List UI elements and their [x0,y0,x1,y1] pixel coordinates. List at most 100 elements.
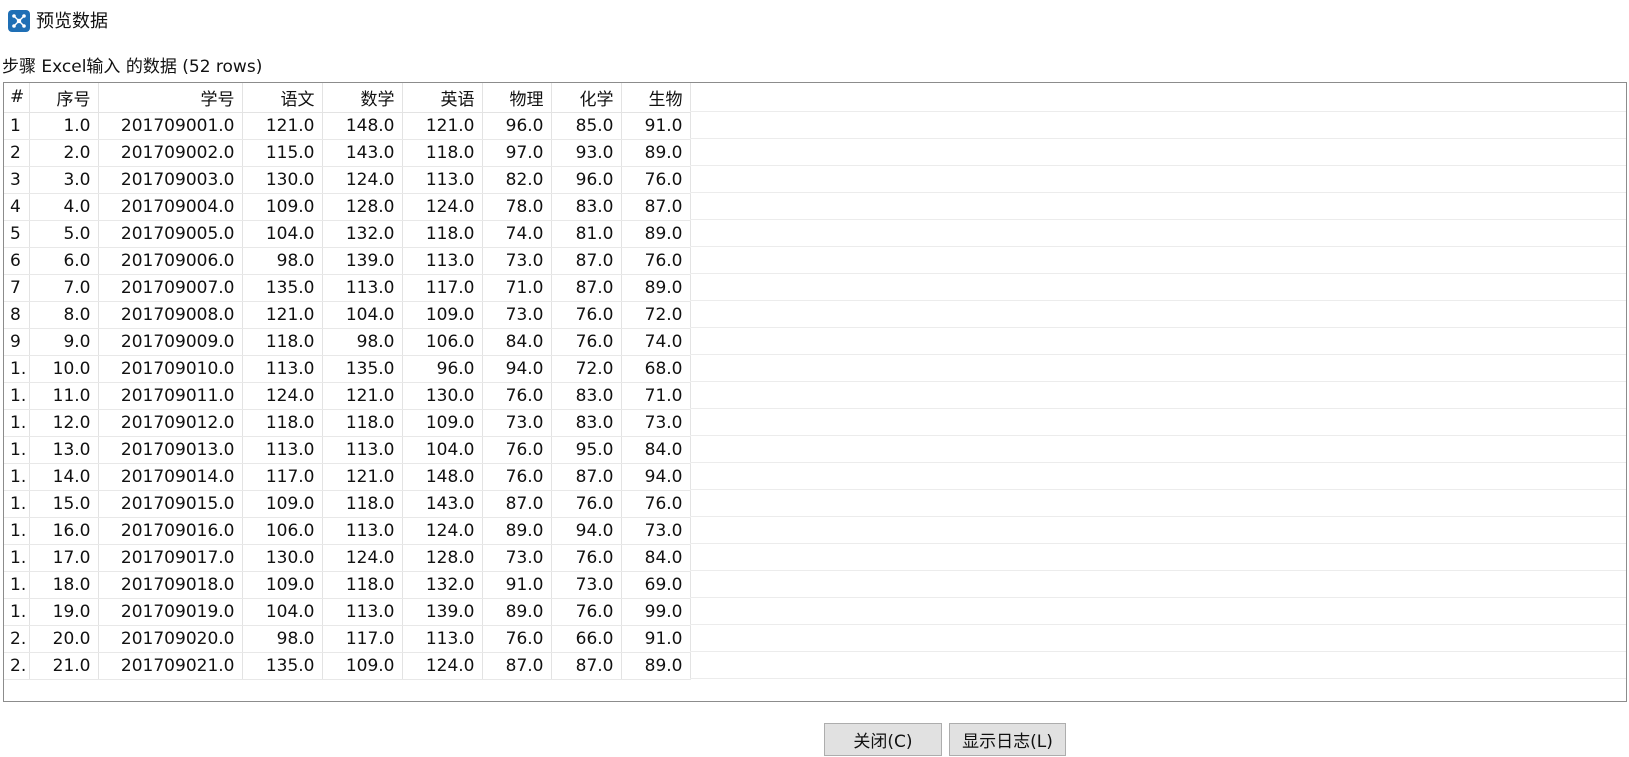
table-cell: 71.0 [482,274,552,302]
row-index-cell: 1. [4,382,30,410]
row-index-cell: 1. [4,517,30,545]
table-row[interactable]: 7 7.0 201709007.0 135.0 113.0 117.0 71.0 87.0 89… [4,274,691,302]
table-cell: 139.0 [322,247,403,275]
column-header[interactable]: 英语 [402,83,483,113]
column-header[interactable]: 学号 [98,83,243,113]
row-index-cell: 1. [4,544,30,572]
table-row[interactable]: 9 9.0 201709009.0 118.0 98.0 106.0 84.0 76.0 74.… [4,328,691,356]
row-index-cell: 2. [4,625,30,653]
table-cell: 201709011.0 [98,382,243,410]
row-index-cell: 1. [4,490,30,518]
table-row[interactable]: 1. 18.0 201709018.0 109.0 118.0 132.0 91.0 73.0… [4,571,691,599]
table-cell: 73.0 [482,409,552,437]
table-cell: 99.0 [621,598,691,626]
table-cell: 201709013.0 [98,436,243,464]
table-cell: 201709010.0 [98,355,243,383]
table-cell: 201709007.0 [98,274,243,302]
table-cell: 109.0 [402,409,483,437]
close-button[interactable]: 关闭(C) [824,723,942,756]
table-row[interactable]: 1. 14.0 201709014.0 117.0 121.0 148.0 76.0 87.0… [4,463,691,491]
table-row[interactable]: 6 6.0 201709006.0 98.0 139.0 113.0 73.0 87.0 76.… [4,247,691,275]
table-cell: 5.0 [29,220,99,248]
table-row[interactable]: 1. 13.0 201709013.0 113.0 113.0 104.0 76.0 95.0… [4,436,691,464]
table-row[interactable]: 8 8.0 201709008.0 121.0 104.0 109.0 73.0 76.0 72… [4,301,691,329]
table-row[interactable]: 1. 19.0 201709019.0 104.0 113.0 139.0 89.0 76.0… [4,598,691,626]
table-cell: 76.0 [551,544,622,572]
column-header[interactable]: 物理 [482,83,552,113]
table-cell: 121.0 [242,112,323,140]
table-cell: 85.0 [551,112,622,140]
table-cell: 76.0 [551,328,622,356]
table-cell: 117.0 [322,625,403,653]
column-header[interactable]: 序号 [29,83,99,113]
column-header[interactable]: 生物 [621,83,691,113]
table-cell: 76.0 [621,490,691,518]
table-row[interactable]: 2. 20.0 201709020.0 98.0 117.0 113.0 76.0 66.0 9… [4,625,691,653]
table-cell: 124.0 [322,544,403,572]
column-header-index[interactable]: # [4,83,30,113]
table-cell: 15.0 [29,490,99,518]
table-row[interactable]: 1. 15.0 201709015.0 109.0 118.0 143.0 87.0 76.0… [4,490,691,518]
table-cell: 18.0 [29,571,99,599]
table-cell: 135.0 [242,274,323,302]
table-cell: 104.0 [322,301,403,329]
table-cell: 89.0 [621,220,691,248]
table-cell: 73.0 [551,571,622,599]
table-cell: 121.0 [322,382,403,410]
table-cell: 84.0 [482,328,552,356]
table-cell: 117.0 [402,274,483,302]
table-cell: 201709016.0 [98,517,243,545]
table-cell: 124.0 [242,382,323,410]
table-cell: 74.0 [482,220,552,248]
table-cell: 130.0 [242,166,323,194]
table-cell: 66.0 [551,625,622,653]
table-cell: 98.0 [242,247,323,275]
table-cell: 76.0 [551,490,622,518]
table-cell: 83.0 [551,193,622,221]
table-cell: 16.0 [29,517,99,545]
table-row[interactable]: 1. 12.0 201709012.0 118.0 118.0 109.0 73.0 83.0… [4,409,691,437]
table-cell: 87.0 [551,652,622,680]
row-index-cell: 8 [4,301,30,329]
column-header[interactable]: 数学 [322,83,403,113]
table-cell: 87.0 [621,193,691,221]
table-cell: 94.0 [482,355,552,383]
data-preview-grid[interactable]: # 序号 学号 语文 数学 英语 物理 化学 生物 1 1.0 201709001.0 121.0 14… [3,82,1627,702]
table-cell: 83.0 [551,382,622,410]
table-cell: 201709017.0 [98,544,243,572]
table-row[interactable]: 4 4.0 201709004.0 109.0 128.0 124.0 78.0 83.0 87… [4,193,691,221]
table-cell: 89.0 [621,652,691,680]
table-cell: 12.0 [29,409,99,437]
table-cell: 89.0 [621,139,691,167]
table-cell: 201709005.0 [98,220,243,248]
table-cell: 113.0 [402,247,483,275]
table-row[interactable]: 1. 11.0 201709011.0 124.0 121.0 130.0 76.0 83.0… [4,382,691,410]
table-row[interactable]: 1. 16.0 201709016.0 106.0 113.0 124.0 89.0 94.0… [4,517,691,545]
row-index-cell: 1. [4,436,30,464]
table-cell: 4.0 [29,193,99,221]
table-row[interactable]: 2. 21.0 201709021.0 135.0 109.0 124.0 87.0 87.0… [4,652,691,680]
table-cell: 143.0 [322,139,403,167]
show-log-button[interactable]: 显示日志(L) [949,723,1066,756]
table-cell: 3.0 [29,166,99,194]
table-cell: 128.0 [322,193,403,221]
table-row[interactable]: 5 5.0 201709005.0 104.0 132.0 118.0 74.0 81.0 89… [4,220,691,248]
table-cell: 124.0 [322,166,403,194]
table-cell: 87.0 [551,247,622,275]
column-header[interactable]: 化学 [551,83,622,113]
table-cell: 13.0 [29,436,99,464]
table-row[interactable]: 1 1.0 201709001.0 121.0 148.0 121.0 96.0 85.0 91… [4,112,691,140]
table-cell: 89.0 [621,274,691,302]
table-row[interactable]: 3 3.0 201709003.0 130.0 124.0 113.0 82.0 96.0 76… [4,166,691,194]
table-cell: 109.0 [242,193,323,221]
table-cell: 95.0 [551,436,622,464]
table-row[interactable]: 2 2.0 201709002.0 115.0 143.0 118.0 97.0 93.0 89… [4,139,691,167]
table-row[interactable]: 1. 10.0 201709010.0 113.0 135.0 96.0 94.0 72.0 6… [4,355,691,383]
table-cell: 201709002.0 [98,139,243,167]
column-header[interactable]: 语文 [242,83,323,113]
table-cell: 132.0 [322,220,403,248]
table-cell: 91.0 [621,112,691,140]
table-row[interactable]: 1. 17.0 201709017.0 130.0 124.0 128.0 73.0 76.0… [4,544,691,572]
row-index-cell: 1. [4,598,30,626]
table-cell: 93.0 [551,139,622,167]
